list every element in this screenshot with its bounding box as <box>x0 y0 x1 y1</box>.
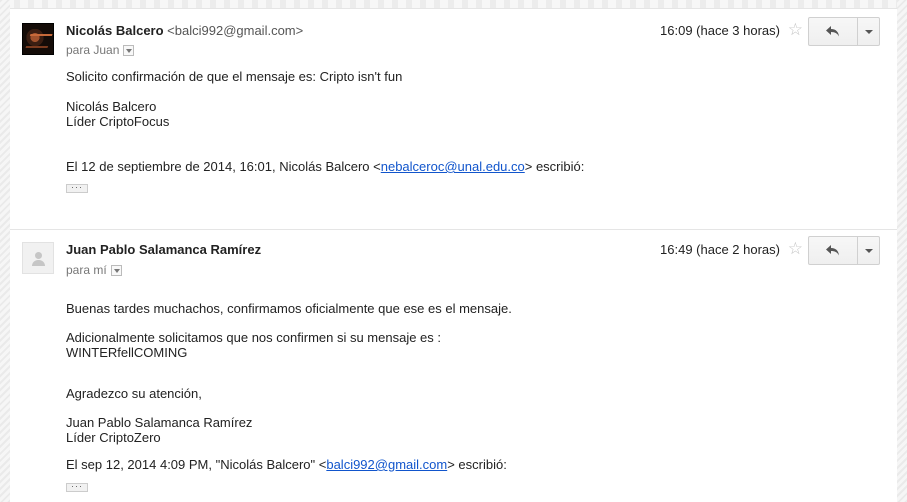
sender-name[interactable]: Nicolás Balcero <box>66 23 164 38</box>
quote-prefix: El sep 12, 2014 4:09 PM, "Nicolás Balcer… <box>66 457 327 472</box>
reply-button[interactable] <box>809 237 858 264</box>
conversation-panel: Nicolás Balcero <balci992@gmail.com> par… <box>10 8 897 502</box>
sender-header[interactable]: Juan Pablo Salamanca Ramírez <box>66 242 261 257</box>
show-details-icon[interactable] <box>110 264 122 276</box>
recipient-label: para mí <box>66 263 107 277</box>
sender-avatar[interactable] <box>22 242 54 274</box>
message-body: Buenas tardes muchachos, confirmamos ofi… <box>66 301 857 472</box>
quote-header: El sep 12, 2014 4:09 PM, "Nicolás Balcer… <box>66 457 857 472</box>
chevron-down-icon <box>864 248 873 253</box>
sender-header[interactable]: Nicolás Balcero <balci992@gmail.com> <box>66 23 303 38</box>
reply-button-group <box>808 17 880 46</box>
show-trimmed-content-button[interactable]: ··· <box>66 482 88 492</box>
message-time: 16:09 (hace 3 horas) <box>660 23 780 38</box>
show-trimmed-content-button[interactable]: ··· <box>66 183 88 193</box>
star-icon[interactable]: ☆ <box>788 21 803 38</box>
body-line: Buenas tardes muchachos, confirmamos ofi… <box>66 301 512 316</box>
signature-name: Juan Pablo Salamanca Ramírez <box>66 415 253 430</box>
sender-email: <balci992@gmail.com> <box>167 23 304 38</box>
email-message: Juan Pablo Salamanca Ramírez para mí 16:… <box>10 229 897 502</box>
quote-prefix: El 12 de septiembre de 2014, 16:01, Nico… <box>66 159 381 174</box>
email-message: Nicolás Balcero <balci992@gmail.com> par… <box>10 9 897 227</box>
message-time: 16:49 (hace 2 horas) <box>660 242 780 257</box>
quote-email-link[interactable]: balci992@gmail.com <box>326 457 447 472</box>
reply-icon <box>826 245 839 256</box>
background-pattern-left <box>0 0 10 502</box>
reply-button[interactable] <box>809 18 858 45</box>
background-pattern-right <box>897 0 907 502</box>
recipient-line: para Juan <box>66 43 135 57</box>
body-line: Adicionalmente solicitamos que nos confi… <box>66 330 442 345</box>
message-body: Solicito confirmación de que el mensaje … <box>66 69 857 174</box>
more-options-button[interactable] <box>858 237 879 264</box>
signature-name: Nicolás Balcero <box>66 99 157 114</box>
person-icon-body <box>32 260 45 266</box>
chevron-down-icon <box>864 29 873 34</box>
sender-name[interactable]: Juan Pablo Salamanca Ramírez <box>66 242 261 257</box>
signature-title: Líder CriptoFocus <box>66 114 170 129</box>
sender-avatar[interactable] <box>22 23 54 55</box>
quote-header: El 12 de septiembre de 2014, 16:01, Nico… <box>66 159 857 174</box>
person-icon-head <box>35 252 42 259</box>
quote-email-link[interactable]: nebalceroc@unal.edu.co <box>381 159 525 174</box>
signature-title: Líder CriptoZero <box>66 430 161 445</box>
show-details-icon[interactable] <box>123 44 135 56</box>
body-line: WINTERfellCOMING <box>66 345 188 360</box>
recipient-line: para mí <box>66 263 122 277</box>
quote-suffix: > escribió: <box>524 159 585 174</box>
more-options-button[interactable] <box>858 18 879 45</box>
closing-line: Agradezco su atención, <box>66 386 202 401</box>
reply-button-group <box>808 236 880 265</box>
reply-icon <box>826 26 839 37</box>
quote-suffix: > escribió: <box>447 457 507 472</box>
recipient-label: para Juan <box>66 43 120 57</box>
body-line: Solicito confirmación de que el mensaje … <box>66 69 403 84</box>
star-icon[interactable]: ☆ <box>788 240 803 257</box>
